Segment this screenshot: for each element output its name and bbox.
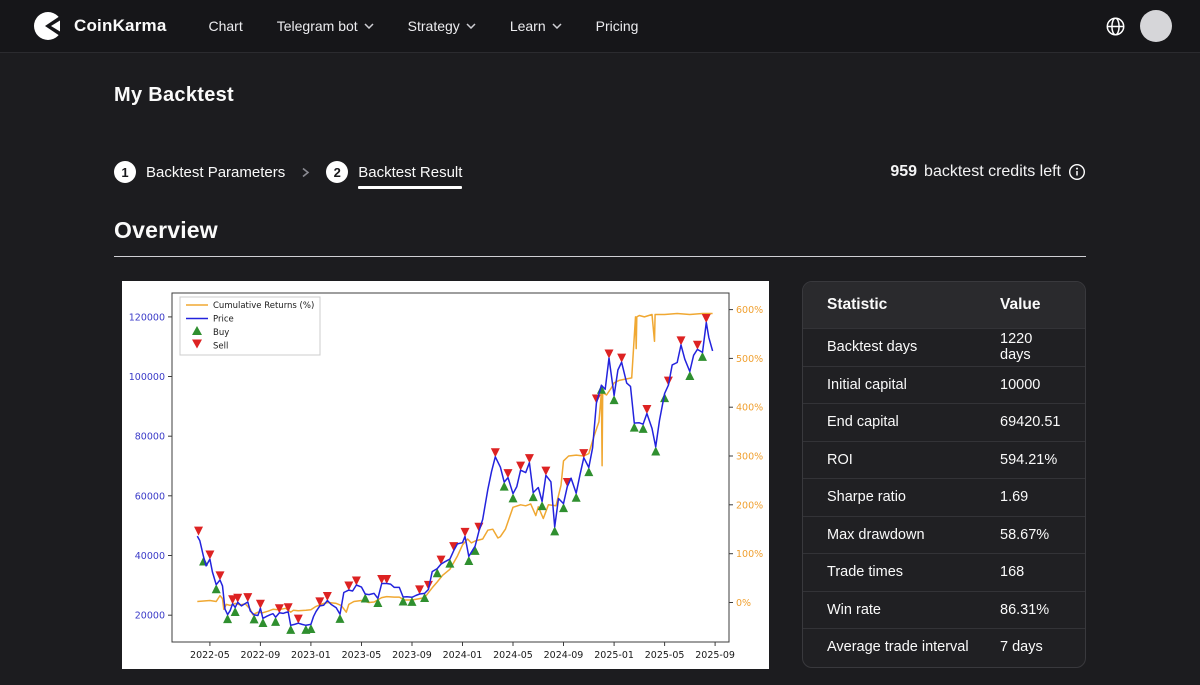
- svg-text:Cumulative Returns (%): Cumulative Returns (%): [213, 301, 314, 311]
- svg-text:2024-01: 2024-01: [443, 650, 483, 661]
- table-row: Trade times168: [803, 553, 1085, 591]
- coinkarma-logo-icon: [32, 10, 64, 42]
- credits-count: 959: [890, 163, 917, 181]
- header-statistic: Statistic: [827, 296, 1000, 314]
- svg-text:2023-05: 2023-05: [342, 650, 382, 661]
- nav-item-telegram-bot[interactable]: Telegram bot: [277, 18, 374, 34]
- svg-text:Buy: Buy: [213, 328, 229, 338]
- svg-text:2022-05: 2022-05: [190, 650, 230, 661]
- main-content: My Backtest 1 Backtest Parameters 2 Back…: [0, 84, 1200, 669]
- step-number: 2: [326, 161, 348, 183]
- svg-text:60000: 60000: [135, 491, 165, 502]
- svg-text:2023-09: 2023-09: [392, 650, 432, 661]
- nav-item-learn[interactable]: Learn: [510, 18, 562, 34]
- svg-text:300%: 300%: [736, 452, 763, 463]
- svg-text:500%: 500%: [736, 354, 763, 365]
- table-row: Max drawdown58.67%: [803, 516, 1085, 554]
- svg-text:80000: 80000: [135, 432, 165, 443]
- step-backtest-parameters[interactable]: 1 Backtest Parameters: [114, 161, 285, 183]
- backtest-credits: 959 backtest credits left: [890, 163, 1086, 181]
- user-avatar[interactable]: [1140, 10, 1172, 42]
- backtest-chart-card: 2022-05 2022-09 2023-01 2023-05 2023-09 2024-…: [122, 281, 769, 669]
- chevron-right-icon: [301, 166, 310, 179]
- brand[interactable]: CoinKarma: [32, 10, 167, 42]
- top-nav: CoinKarma Chart Telegram bot Strategy Le…: [0, 0, 1200, 53]
- svg-text:Sell: Sell: [213, 342, 228, 352]
- table-row: Backtest days1220 days: [803, 328, 1085, 366]
- header-value: Value: [1000, 296, 1061, 314]
- svg-text:400%: 400%: [736, 403, 763, 414]
- statistics-table: Statistic Value Backtest days1220 days I…: [802, 281, 1086, 668]
- section-title-overview: Overview: [114, 217, 1086, 244]
- step-backtest-result[interactable]: 2 Backtest Result: [326, 161, 462, 183]
- nav-item-chart[interactable]: Chart: [209, 18, 243, 34]
- svg-text:2024-09: 2024-09: [544, 650, 584, 661]
- section-divider: [114, 256, 1086, 257]
- page-title: My Backtest: [114, 84, 1086, 107]
- chevron-down-icon: [552, 23, 562, 29]
- svg-text:100%: 100%: [736, 549, 763, 560]
- svg-text:2022-09: 2022-09: [241, 650, 281, 661]
- svg-text:2024-05: 2024-05: [493, 650, 533, 661]
- table-header: Statistic Value: [803, 282, 1085, 328]
- stepper: 1 Backtest Parameters 2 Backtest Result: [114, 161, 462, 183]
- svg-text:20000: 20000: [135, 611, 165, 622]
- nav-item-pricing[interactable]: Pricing: [596, 18, 639, 34]
- table-row: Average trade interval7 days: [803, 628, 1085, 666]
- svg-text:Price: Price: [213, 315, 234, 325]
- language-globe-icon[interactable]: [1105, 16, 1126, 37]
- nav-links: Chart Telegram bot Strategy Learn Pricin…: [209, 18, 639, 34]
- svg-text:2025-05: 2025-05: [645, 650, 685, 661]
- chevron-down-icon: [364, 23, 374, 29]
- svg-text:200%: 200%: [736, 500, 763, 511]
- chevron-down-icon: [466, 23, 476, 29]
- svg-text:120000: 120000: [129, 312, 165, 323]
- backtest-chart: 2022-05 2022-09 2023-01 2023-05 2023-09 2024-…: [122, 281, 769, 669]
- svg-text:2025-01: 2025-01: [594, 650, 634, 661]
- table-row: Initial capital10000: [803, 366, 1085, 404]
- table-row: End capital69420.51: [803, 403, 1085, 441]
- nav-item-strategy[interactable]: Strategy: [408, 18, 476, 34]
- brand-name: CoinKarma: [74, 16, 167, 36]
- svg-text:100000: 100000: [129, 372, 165, 383]
- svg-text:2025-09: 2025-09: [695, 650, 735, 661]
- svg-text:40000: 40000: [135, 551, 165, 562]
- table-row: Sharpe ratio1.69: [803, 478, 1085, 516]
- svg-text:2023-01: 2023-01: [291, 650, 331, 661]
- credits-label: backtest credits left: [924, 163, 1061, 181]
- step-number: 1: [114, 161, 136, 183]
- svg-text:0%: 0%: [736, 598, 751, 609]
- table-row: ROI594.21%: [803, 441, 1085, 479]
- table-row: Win rate86.31%: [803, 591, 1085, 629]
- svg-text:600%: 600%: [736, 305, 763, 316]
- info-icon[interactable]: [1068, 163, 1086, 181]
